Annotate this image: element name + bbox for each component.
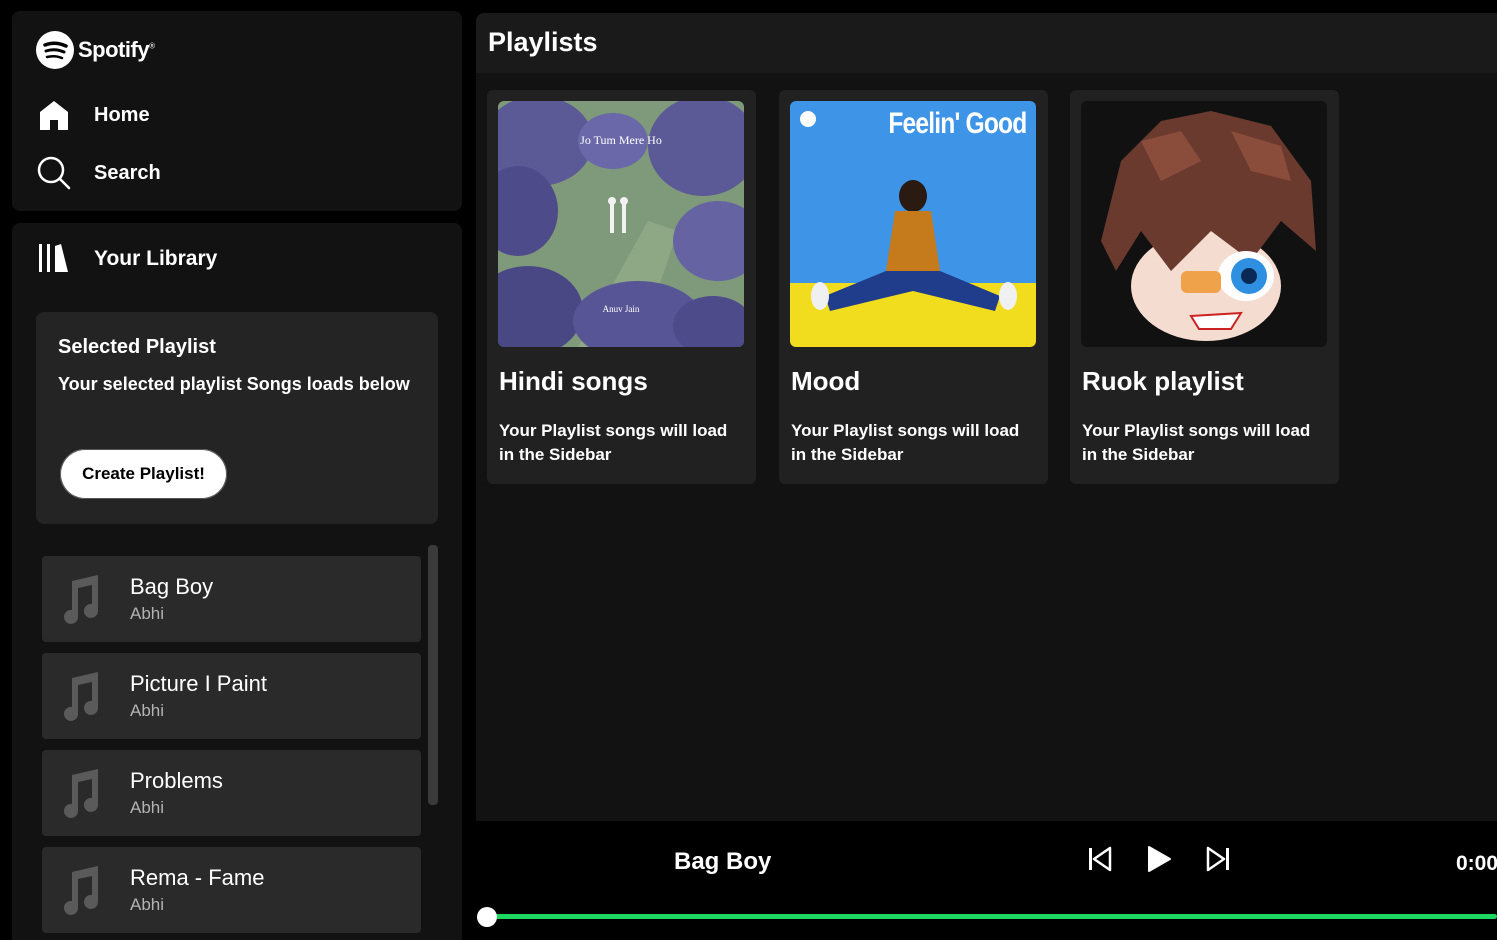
create-playlist-button[interactable]: Create Playlist!	[60, 449, 227, 499]
playlist-card-mood[interactable]: Feelin' Good Mood Your Playlist songs wi…	[779, 90, 1048, 484]
library-icon	[36, 240, 70, 279]
player-bar: Bag Boy 0:00	[476, 821, 1497, 940]
song-artist: Abhi	[130, 701, 165, 720]
nav-home[interactable]: Home	[36, 95, 150, 135]
spotify-logo[interactable]: Spotify®	[36, 31, 155, 69]
search-icon	[36, 155, 72, 191]
playlist-description: Your Playlist songs will load in the Sid…	[499, 421, 728, 464]
playlist-cover-image: Jo Tum Mere Ho Anuv Jain	[498, 101, 744, 347]
home-icon	[36, 97, 72, 133]
brand-mark: ®	[149, 41, 155, 51]
song-name: Rema - Fame	[130, 865, 265, 890]
music-note-icon	[56, 765, 104, 821]
cover-title: Jo Tum Mere Ho	[580, 133, 662, 147]
music-note-icon	[56, 862, 104, 918]
progress-bar[interactable]	[486, 914, 1497, 919]
playlist-cover-image	[1081, 101, 1327, 347]
skip-next-icon	[1204, 845, 1232, 878]
song-artist: Abhi	[130, 604, 165, 623]
brand-name: Spotify	[78, 37, 150, 62]
main-content: Playlists Jo Tum Mere Ho Anuv Jain Hindi…	[476, 13, 1497, 821]
selected-playlist-title: Selected Playlist	[58, 336, 216, 358]
next-button[interactable]	[1202, 845, 1234, 877]
song-name: Picture I Paint	[130, 671, 267, 696]
cover-artist: Anuv Jain	[602, 304, 640, 314]
library-header[interactable]: Your Library	[36, 241, 217, 277]
nav-home-label: Home	[94, 103, 150, 126]
playback-time: 0:00	[1456, 852, 1497, 875]
skip-previous-icon	[1086, 845, 1114, 878]
playlist-description: Your Playlist songs will load in the Sid…	[1082, 421, 1311, 464]
song-item[interactable]: Picture I Paint Abhi	[42, 653, 421, 739]
song-artist: Abhi	[130, 798, 165, 817]
page-title: Playlists	[488, 27, 598, 57]
playlist-card-ruok[interactable]: Ruok playlist Your Playlist songs will l…	[1070, 90, 1339, 484]
now-playing-title: Bag Boy	[674, 848, 772, 875]
playlist-name: Hindi songs	[499, 366, 648, 396]
main-header: Playlists	[476, 13, 1497, 73]
playlist-card-hindi-songs[interactable]: Jo Tum Mere Ho Anuv Jain Hindi songs You…	[487, 90, 756, 484]
playlist-cover-image: Feelin' Good	[790, 101, 1036, 347]
play-button[interactable]	[1142, 845, 1174, 877]
playlist-name: Mood	[791, 366, 861, 396]
selected-playlist-card: Selected Playlist Your selected playlist…	[36, 312, 438, 524]
song-artist: Abhi	[130, 895, 165, 914]
nav-search-label: Search	[94, 161, 161, 184]
previous-button[interactable]	[1084, 845, 1116, 877]
song-name: Problems	[130, 768, 223, 793]
playlist-description: Your Playlist songs will load in the Sid…	[791, 421, 1020, 464]
spotify-logo-icon	[36, 31, 74, 69]
progress-handle[interactable]	[477, 907, 497, 927]
nav-search[interactable]: Search	[36, 153, 161, 193]
song-name: Bag Boy	[130, 574, 214, 599]
selected-playlist-subtitle: Your selected playlist Songs loads below	[58, 374, 410, 394]
library-panel: Your Library Selected Playlist Your sele…	[12, 223, 462, 940]
playlist-name: Ruok playlist	[1082, 366, 1244, 396]
nav-panel: Spotify® Home Search	[12, 11, 462, 211]
song-item[interactable]: Problems Abhi	[42, 750, 421, 836]
song-item[interactable]: Rema - Fame Abhi	[42, 847, 421, 933]
play-icon	[1143, 844, 1173, 879]
cover-title: Feelin' Good	[887, 107, 1027, 140]
song-item[interactable]: Bag Boy Abhi	[42, 556, 421, 642]
song-list: Bag Boy Abhi Picture I Paint Abhi Proble…	[36, 546, 438, 940]
music-note-icon	[56, 571, 104, 627]
music-note-icon	[56, 668, 104, 724]
song-list-scrollbar[interactable]	[428, 545, 438, 805]
library-title: Your Library	[94, 247, 218, 270]
